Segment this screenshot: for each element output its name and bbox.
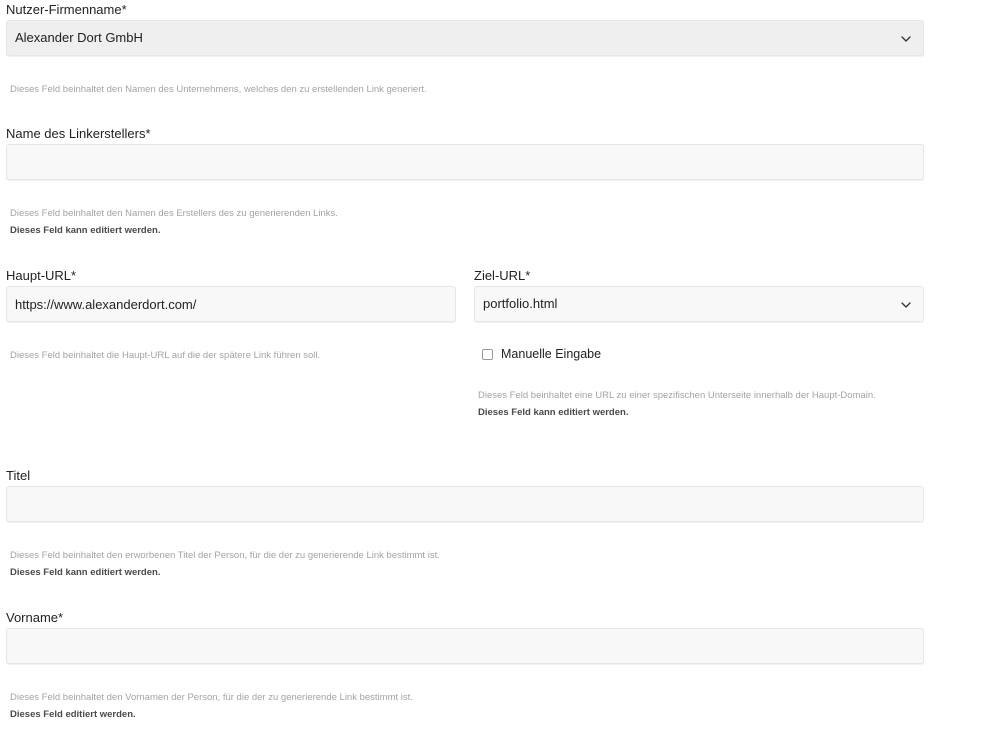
target-url-editable-note: Dieses Feld kann editiert werden. (478, 407, 629, 418)
company-select-value: Alexander Dort GmbH (15, 30, 143, 45)
firstname-label: Vorname* (6, 610, 64, 625)
target-url-select-value: portfolio.html (483, 296, 558, 311)
creator-label: Name des Linkerstellers* (6, 126, 151, 141)
chevron-down-icon (901, 302, 911, 308)
title-label: Titel (6, 468, 31, 483)
creator-field[interactable] (6, 144, 924, 180)
manual-entry-label[interactable]: Manuelle Eingabe (501, 347, 601, 361)
firstname-field[interactable] (6, 628, 924, 664)
target-url-label: Ziel-URL* (474, 268, 531, 283)
title-help: Dieses Feld beinhaltet den erworbenen Ti… (10, 550, 440, 561)
manual-entry-checkbox[interactable] (482, 348, 493, 360)
title-input[interactable] (7, 487, 923, 521)
company-label: Nutzer-Firmenname* (6, 2, 127, 17)
chevron-down-icon (901, 36, 911, 42)
title-field[interactable] (6, 486, 924, 522)
title-editable-note: Dieses Feld kann editiert werden. (10, 567, 161, 578)
target-url-help: Dieses Feld beinhaltet eine URL zu einer… (478, 390, 876, 401)
company-select[interactable]: Alexander Dort GmbH (6, 20, 924, 56)
firstname-input[interactable] (7, 629, 923, 663)
main-url-help: Dieses Feld beinhaltet die Haupt-URL auf… (10, 350, 321, 361)
creator-editable-note: Dieses Feld kann editiert werden. (10, 225, 161, 236)
firstname-help: Dieses Feld beinhaltet den Vornamen der … (10, 692, 413, 703)
main-url-label: Haupt-URL* (6, 268, 77, 283)
creator-help: Dieses Feld beinhaltet den Namen des Ers… (10, 208, 338, 219)
firstname-editable-note: Dieses Feld editiert werden. (10, 709, 136, 720)
creator-input[interactable] (7, 145, 923, 179)
manual-entry-row[interactable]: Manuelle Eingabe (482, 347, 601, 361)
main-url-field[interactable] (6, 286, 456, 322)
company-help: Dieses Feld beinhaltet den Namen des Unt… (10, 84, 427, 95)
target-url-select[interactable]: portfolio.html (474, 286, 924, 322)
main-url-input[interactable] (7, 287, 455, 321)
